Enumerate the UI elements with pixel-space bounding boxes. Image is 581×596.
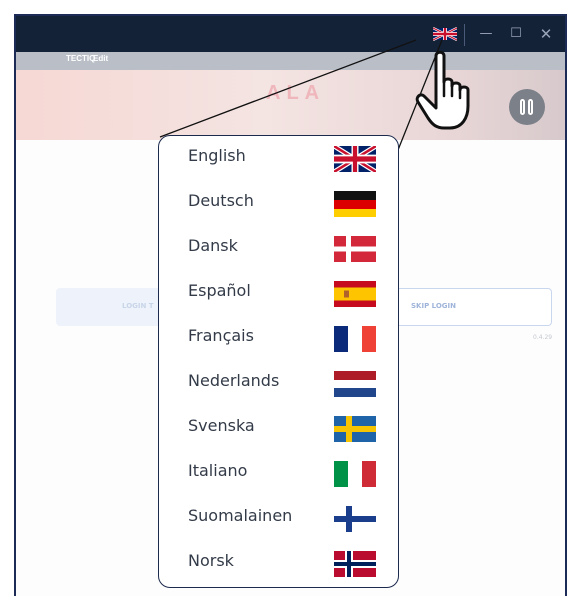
login-button-label: LOGIN T	[122, 302, 154, 310]
close-button[interactable]: ✕	[536, 24, 556, 44]
skip-login-button[interactable]: SKIP LOGIN	[396, 288, 552, 326]
france-flag-icon	[334, 326, 376, 352]
minimize-button[interactable]: —	[476, 24, 496, 44]
finland-flag-icon	[334, 506, 376, 532]
language-option-deutsch[interactable]: Deutsch	[159, 185, 398, 230]
denmark-flag-icon	[334, 236, 376, 262]
hero-title: ALA	[266, 82, 326, 104]
language-label: Svenska	[188, 416, 255, 435]
spain-flag-icon	[334, 281, 376, 307]
version-label: 0.4.29	[533, 334, 553, 341]
language-label: Nederlands	[188, 371, 280, 390]
language-option-english[interactable]: English	[159, 140, 398, 185]
language-label: English	[188, 146, 246, 165]
language-option-svenska[interactable]: Svenska	[159, 410, 398, 455]
pause-bar-icon	[520, 99, 525, 115]
language-label: Dansk	[188, 236, 238, 255]
language-option-francais[interactable]: Français	[159, 320, 398, 365]
pause-bar-icon	[528, 99, 533, 115]
language-option-nederlands[interactable]: Nederlands	[159, 365, 398, 410]
language-dropdown: English Deutsch Dansk Español Français N…	[158, 135, 399, 588]
language-label: Suomalainen	[188, 506, 293, 525]
menu-edit[interactable]: Edit	[93, 54, 108, 63]
italy-flag-icon	[334, 461, 376, 487]
uk-flag-icon[interactable]	[433, 27, 457, 41]
language-option-norsk[interactable]: Norsk	[159, 545, 398, 590]
language-label: Italiano	[188, 461, 248, 480]
titlebar-separator	[464, 24, 465, 46]
hand-cursor-icon	[415, 50, 470, 130]
skip-login-label: SKIP LOGIN	[411, 302, 457, 310]
uk-flag-icon	[334, 146, 376, 172]
maximize-button[interactable]: ☐	[506, 24, 526, 44]
germany-flag-icon	[334, 191, 376, 217]
menu-brand[interactable]: TECTIQ	[66, 54, 95, 63]
language-option-suomalainen[interactable]: Suomalainen	[159, 500, 398, 545]
language-label: Norsk	[188, 551, 234, 570]
netherlands-flag-icon	[334, 371, 376, 397]
language-label: Français	[188, 326, 254, 345]
language-label: Deutsch	[188, 191, 254, 210]
norway-flag-icon	[334, 551, 376, 577]
language-label: Español	[188, 281, 251, 300]
title-bar: — ☐ ✕	[16, 16, 565, 52]
sweden-flag-icon	[334, 416, 376, 442]
language-option-espanol[interactable]: Español	[159, 275, 398, 320]
pause-button[interactable]	[509, 89, 545, 125]
language-option-italiano[interactable]: Italiano	[159, 455, 398, 500]
language-option-dansk[interactable]: Dansk	[159, 230, 398, 275]
